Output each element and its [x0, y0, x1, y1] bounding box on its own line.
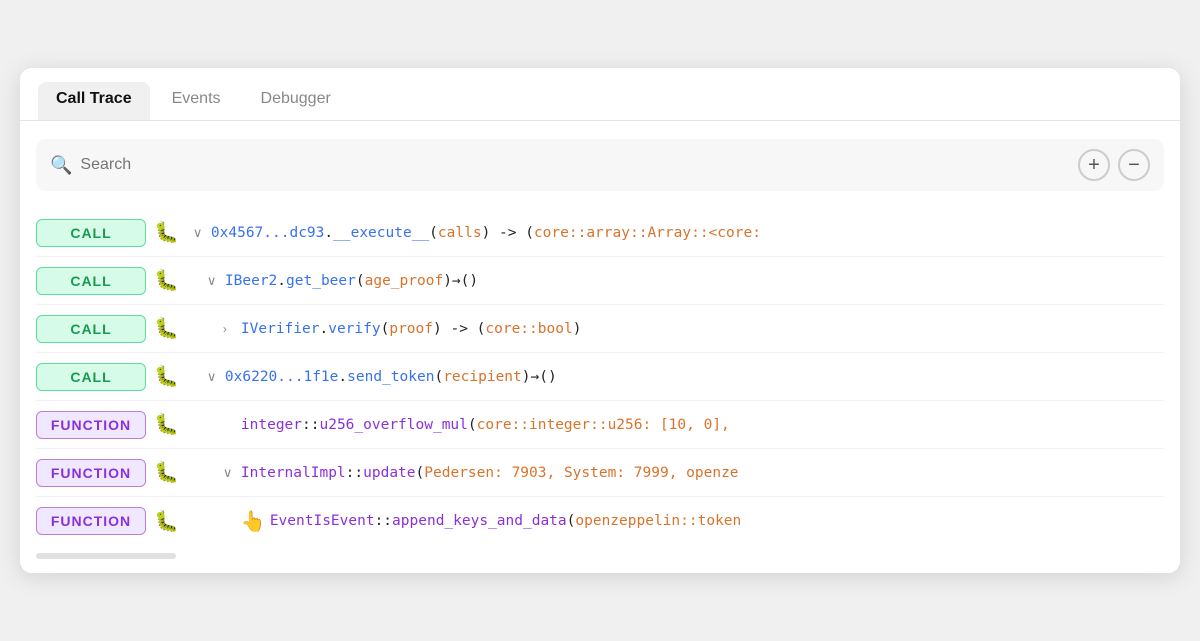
- bug-icon: 🐛: [154, 268, 179, 293]
- trace-text: IVerifier.verify(proof) -> (core::bool): [241, 321, 582, 337]
- call-badge: CALL: [36, 363, 146, 391]
- tab-debugger[interactable]: Debugger: [243, 82, 349, 120]
- search-bar: 🔍 + −: [36, 139, 1164, 191]
- table-row: CALL 🐛 ∨ 0x4567...dc93.__execute__(calls…: [36, 209, 1164, 257]
- zoom-out-button[interactable]: −: [1118, 149, 1150, 181]
- trace-list: CALL 🐛 ∨ 0x4567...dc93.__execute__(calls…: [36, 209, 1164, 545]
- trace-text: 0x4567...dc93.__execute__(calls) -> (cor…: [211, 225, 761, 241]
- trace-text: integer::u256_overflow_mul(core::integer…: [241, 417, 730, 433]
- bug-icon: 🐛: [154, 509, 179, 534]
- bug-icon: 🐛: [154, 316, 179, 341]
- function-badge: FUNCTION: [36, 459, 146, 487]
- zoom-controls: + −: [1078, 149, 1150, 181]
- table-row: CALL 🐛 ∨ 0x6220...1f1e.send_token(recipi…: [36, 353, 1164, 401]
- chevron-down-icon: ∨: [207, 369, 221, 385]
- bug-icon: 🐛: [154, 364, 179, 389]
- call-badge: CALL: [36, 315, 146, 343]
- function-badge: FUNCTION: [36, 411, 146, 439]
- tab-call-trace[interactable]: Call Trace: [38, 82, 150, 120]
- chevron-down-icon: ∨: [207, 273, 221, 289]
- trace-text: 0x6220...1f1e.send_token(recipient)→(): [225, 369, 557, 385]
- bug-icon: 🐛: [154, 460, 179, 485]
- function-badge: FUNCTION: [36, 507, 146, 535]
- call-badge: CALL: [36, 267, 146, 295]
- bug-icon: 🐛: [154, 412, 179, 437]
- zoom-in-button[interactable]: +: [1078, 149, 1110, 181]
- tab-bar: Call Trace Events Debugger: [20, 68, 1180, 121]
- search-input[interactable]: [80, 156, 1070, 174]
- trace-text: InternalImpl::update(Pedersen: 7903, Sys…: [241, 465, 739, 481]
- chevron-down-icon: ∨: [193, 225, 207, 241]
- bug-icon: 🐛: [154, 220, 179, 245]
- chevron-down-icon: ∨: [223, 465, 237, 481]
- main-window: Call Trace Events Debugger 🔍 + − CALL 🐛 …: [20, 68, 1180, 573]
- main-content: 🔍 + − CALL 🐛 ∨ 0x4567...dc93.__execute__…: [20, 121, 1180, 573]
- trace-text: IBeer2.get_beer(age_proof)→(): [225, 273, 478, 289]
- table-row: FUNCTION 🐛 ∨ InternalImpl::update(Peders…: [36, 449, 1164, 497]
- table-row: CALL 🐛 › IVerifier.verify(proof) -> (cor…: [36, 305, 1164, 353]
- call-badge: CALL: [36, 219, 146, 247]
- pointer-cursor-icon: 👆: [241, 509, 266, 534]
- chevron-right-icon: ›: [223, 322, 237, 336]
- horizontal-scrollbar[interactable]: [36, 553, 176, 559]
- table-row: FUNCTION 🐛 integer::u256_overflow_mul(co…: [36, 401, 1164, 449]
- trace-text: EventIsEvent::append_keys_and_data(openz…: [270, 513, 741, 529]
- table-row: CALL 🐛 ∨ IBeer2.get_beer(age_proof)→(): [36, 257, 1164, 305]
- search-icon: 🔍: [50, 155, 72, 176]
- tab-events[interactable]: Events: [154, 82, 239, 120]
- table-row: FUNCTION 🐛 👆 EventIsEvent::append_keys_a…: [36, 497, 1164, 545]
